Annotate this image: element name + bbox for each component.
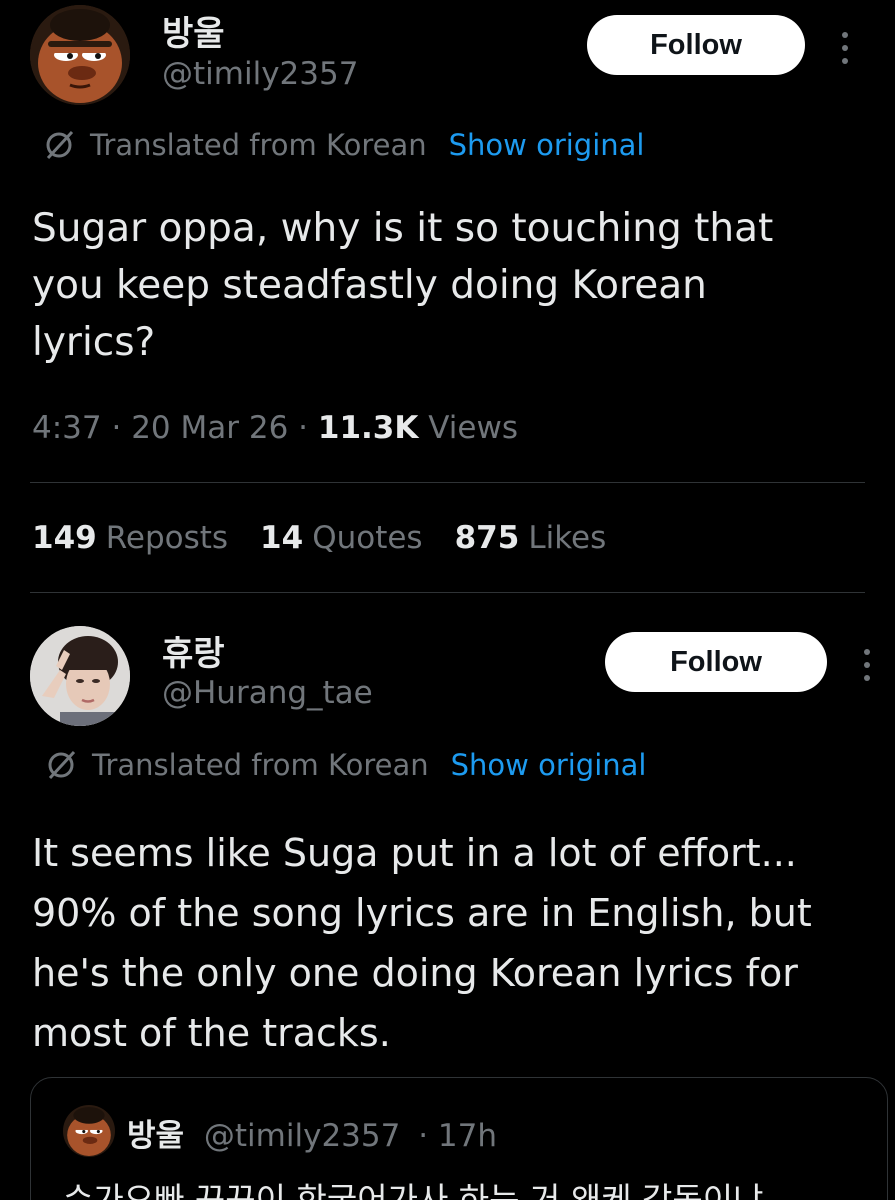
post-text: Sugar oppa, why is it so touching that y…	[32, 206, 774, 365]
follow-button[interactable]: Follow	[587, 15, 805, 75]
more-options-icon[interactable]	[840, 32, 850, 64]
engagement-stats: 149 Reposts 14 Quotes 875 Likes	[32, 520, 606, 556]
author-name[interactable]: 방울	[162, 6, 225, 55]
translation-notice: Translated from Korean Show original	[44, 748, 646, 782]
views-count: 11.3K	[317, 410, 419, 446]
reposts-stat[interactable]: 149 Reposts	[32, 520, 228, 556]
show-original-link[interactable]: Show original	[449, 128, 645, 162]
author-handle[interactable]: @timily2357	[162, 56, 358, 92]
post-date[interactable]: 20 Mar 26	[131, 410, 288, 446]
divider	[30, 592, 865, 593]
translate-icon	[48, 750, 76, 780]
quoted-post-text: 슈가오빠 꾸꾸이 한국어가사 하는 거 왜케 감동이냐	[63, 1180, 764, 1200]
quoted-author-handle: @timily2357	[203, 1118, 401, 1154]
likes-stat[interactable]: 875 Likes	[455, 520, 607, 556]
quoted-author-name: 방울	[127, 1118, 185, 1154]
meta-separator: ·	[111, 410, 132, 446]
more-options-icon[interactable]	[862, 649, 872, 681]
translated-label: Translated from Korean	[90, 128, 427, 162]
quoted-post-time: · 17h	[418, 1118, 498, 1154]
divider	[30, 482, 865, 483]
post-time[interactable]: 4:37	[32, 410, 102, 446]
quoted-post-card[interactable]: 방울 @timily2357 · 17h 슈가오빠 꾸꾸이 한국어가사 하는 거…	[30, 1077, 888, 1200]
post-meta: 4:37 · 20 Mar 26 · 11.3K Views	[32, 410, 518, 446]
author-name[interactable]: 휴랑	[162, 626, 225, 675]
views-label: Views	[428, 410, 518, 446]
avatar	[63, 1105, 115, 1157]
translated-label: Translated from Korean	[92, 748, 429, 782]
cartoon-avatar-icon	[63, 1105, 115, 1157]
avatar[interactable]	[30, 626, 130, 726]
translate-icon	[46, 130, 74, 160]
quotes-stat[interactable]: 14 Quotes	[260, 520, 423, 556]
show-original-link[interactable]: Show original	[451, 748, 647, 782]
follow-button[interactable]: Follow	[605, 632, 827, 692]
quoted-post-header: 방울 @timily2357 · 17h	[127, 1110, 497, 1155]
avatar[interactable]	[30, 5, 130, 105]
post-text: It seems like Suga put in a lot of effor…	[32, 831, 812, 1055]
cartoon-avatar-icon	[30, 5, 130, 105]
meta-separator: ·	[298, 410, 318, 446]
translation-notice: Translated from Korean Show original	[42, 128, 644, 162]
author-handle[interactable]: @Hurang_tae	[162, 675, 373, 711]
person-avatar-icon	[30, 626, 130, 726]
